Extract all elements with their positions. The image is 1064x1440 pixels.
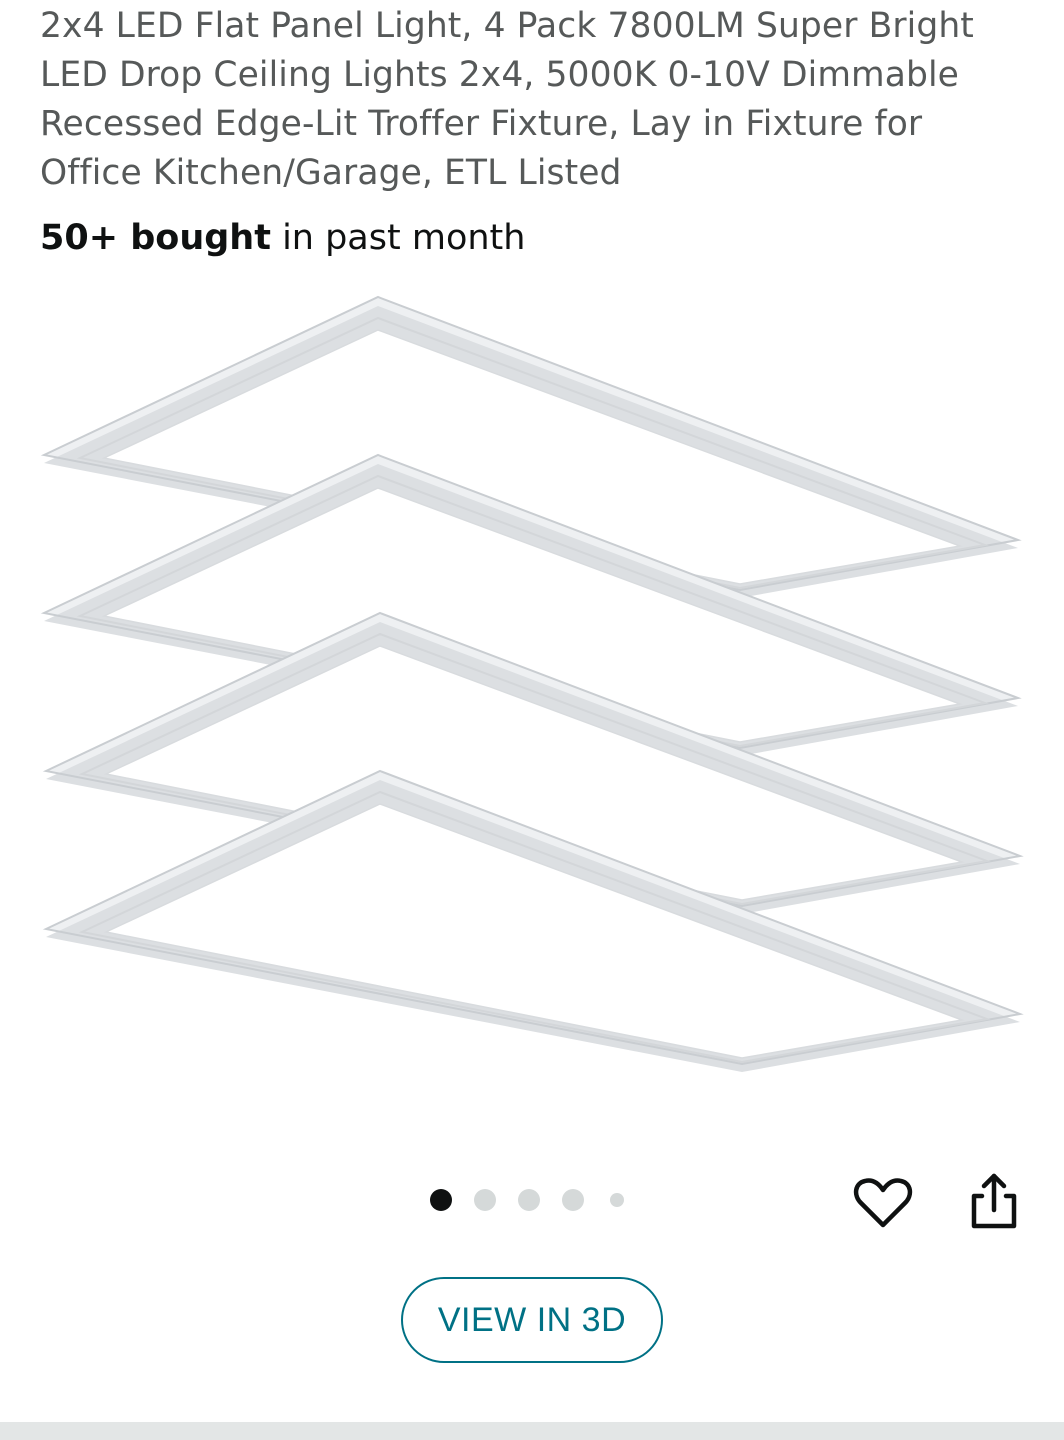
add-to-wishlist-button[interactable] xyxy=(852,1172,914,1234)
section-divider xyxy=(0,1422,1064,1440)
led-panels-product-image xyxy=(43,296,1021,1073)
share-icon xyxy=(971,1173,1017,1229)
carousel-dot-2[interactable] xyxy=(474,1189,496,1211)
product-title: 2x4 LED Flat Panel Light, 4 Pack 7800LM … xyxy=(40,6,974,193)
product-image-gallery[interactable] xyxy=(0,270,1064,1150)
carousel-dot-1[interactable] xyxy=(430,1189,452,1211)
bought-count: 50+ bought xyxy=(40,218,271,258)
carousel-indicator[interactable] xyxy=(430,1188,646,1212)
carousel-dot-5[interactable] xyxy=(610,1193,624,1207)
purchase-count: 50+ bought in past month xyxy=(40,213,525,263)
carousel-dot-3[interactable] xyxy=(518,1189,540,1211)
share-button[interactable] xyxy=(962,1170,1022,1232)
view-in-3d-button[interactable]: VIEW IN 3D xyxy=(401,1277,663,1363)
heart-outline-icon xyxy=(853,1178,913,1228)
bought-suffix: in past month xyxy=(270,218,526,258)
carousel-dot-4[interactable] xyxy=(562,1189,584,1211)
